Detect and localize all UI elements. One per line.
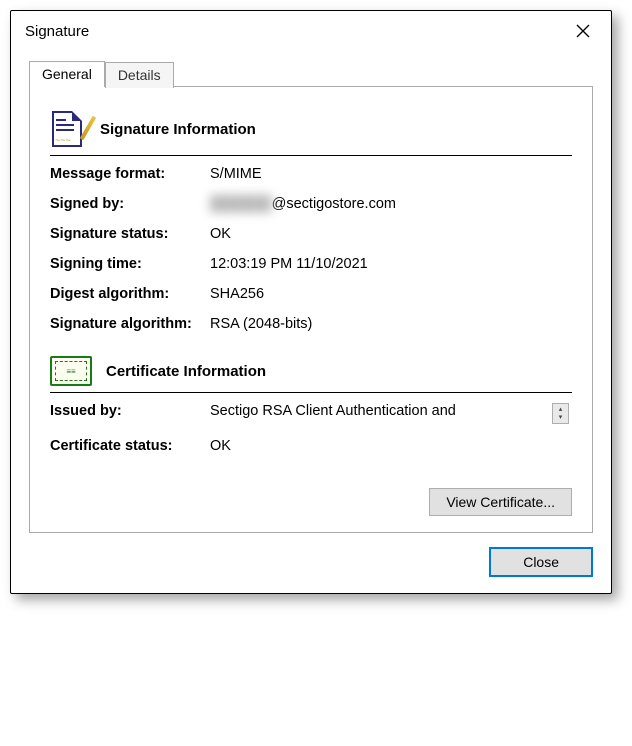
dialog-footer: Close — [29, 533, 593, 577]
value-issued-by: Sectigo RSA Client Authentication and — [210, 403, 552, 424]
tabpanel-general: ~~~ Signature Information Message format… — [29, 86, 593, 533]
redacted-text: ██████ — [210, 196, 272, 212]
signature-section-title: Signature Information — [100, 121, 256, 138]
label-message-format: Message format: — [50, 166, 210, 182]
value-digest-algorithm: SHA256 — [210, 286, 552, 302]
titlebar: Signature — [11, 11, 611, 51]
certificate-icon: ≡≡ — [50, 356, 92, 386]
certificate-section-head: ≡≡ Certificate Information — [50, 356, 572, 386]
signed-by-domain: @sectigostore.com — [272, 196, 396, 212]
signature-section-head: ~~~ Signature Information — [50, 109, 572, 149]
value-signing-time: 12:03:19 PM 11/10/2021 — [210, 256, 552, 272]
label-certificate-status: Certificate status: — [50, 438, 210, 454]
divider — [50, 392, 572, 393]
client-area: General Details ~~~ Signature Informatio… — [11, 51, 611, 593]
divider — [50, 155, 572, 156]
label-signed-by: Signed by: — [50, 196, 210, 212]
label-digest-algorithm: Digest algorithm: — [50, 286, 210, 302]
signature-dialog: Signature General Details ~~~ S — [10, 10, 612, 594]
issued-by-spinner[interactable]: ▴ ▾ — [552, 403, 569, 424]
tab-details[interactable]: Details — [105, 62, 174, 88]
chevron-up-icon: ▴ — [559, 406, 563, 414]
certificate-section-title: Certificate Information — [106, 363, 266, 380]
tab-strip: General Details — [29, 61, 593, 87]
close-icon[interactable] — [567, 19, 599, 43]
value-signed-by: ██████@sectigostore.com — [210, 196, 552, 212]
label-signature-status: Signature status: — [50, 226, 210, 242]
label-issued-by: Issued by: — [50, 403, 210, 424]
label-signing-time: Signing time: — [50, 256, 210, 272]
tab-general[interactable]: General — [29, 61, 105, 87]
label-signature-algorithm: Signature algorithm: — [50, 316, 210, 332]
chevron-down-icon: ▾ — [559, 414, 563, 422]
value-signature-algorithm: RSA (2048-bits) — [210, 316, 552, 332]
value-certificate-status: OK — [210, 438, 552, 454]
certificate-rows: Issued by: Sectigo RSA Client Authentica… — [50, 403, 572, 454]
signature-document-icon: ~~~ — [50, 109, 86, 149]
window-title: Signature — [25, 23, 89, 40]
value-message-format: S/MIME — [210, 166, 552, 182]
value-signature-status: OK — [210, 226, 552, 242]
close-button[interactable]: Close — [489, 547, 593, 577]
signature-rows: Message format: S/MIME Signed by: ██████… — [50, 166, 572, 332]
view-certificate-button[interactable]: View Certificate... — [429, 488, 572, 516]
